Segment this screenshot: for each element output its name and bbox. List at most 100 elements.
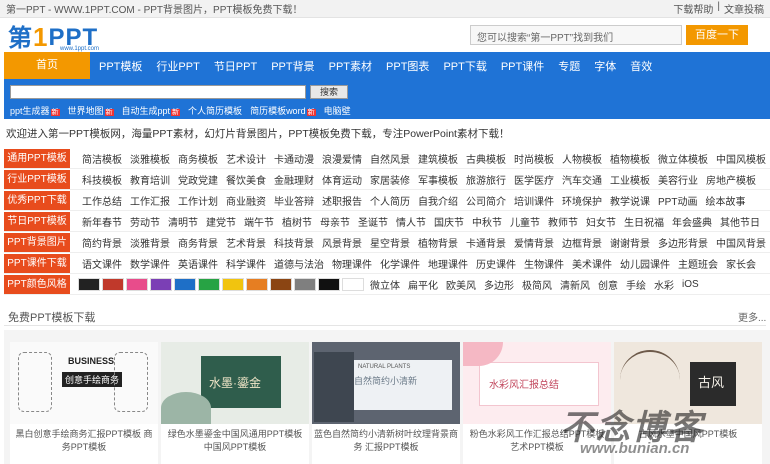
category-tag[interactable]: 家居装修 [366, 172, 414, 187]
category-tag[interactable]: 幼儿园课件 [616, 256, 674, 271]
category-tag[interactable]: 艺术设计 [222, 151, 270, 166]
category-tag[interactable]: 毕业答辩 [270, 193, 318, 208]
category-tag[interactable]: 建党节 [202, 214, 240, 229]
submit-article-link[interactable]: 文章投稿 [724, 1, 764, 16]
template-card[interactable]: NATURAL PLANTS 自然简约小清新 蓝色自然简约小清新树叶纹理背景商务… [312, 342, 460, 464]
category-tag[interactable]: 浪漫爱情 [318, 151, 366, 166]
color-swatch[interactable] [246, 277, 268, 291]
category-tag[interactable]: 清明节 [164, 214, 202, 229]
category-tag[interactable]: 情人节 [392, 214, 430, 229]
category-tag[interactable]: 多边形 [480, 277, 518, 292]
nav-item-ppt-material[interactable]: PPT素材 [324, 58, 377, 74]
nav-item-ppt-chart[interactable]: PPT图表 [381, 58, 434, 74]
category-tag[interactable]: 手绘 [622, 277, 650, 292]
nav-item-sounds[interactable]: 音效 [625, 58, 657, 74]
site-search-input[interactable] [10, 85, 306, 99]
category-tag[interactable]: 植树节 [278, 214, 316, 229]
category-tag[interactable]: 自然风景 [366, 151, 414, 166]
template-card[interactable]: BUSINESS 创意手绘商务 黑白创意手绘商务汇报PPT模板 商务PPT模板 [10, 342, 158, 464]
category-tag[interactable]: 劳动节 [126, 214, 164, 229]
category-tag[interactable]: 家长会 [722, 256, 760, 271]
color-swatch[interactable] [270, 277, 292, 291]
color-swatch[interactable] [174, 277, 196, 291]
category-tag[interactable]: 餐饮美食 [222, 172, 270, 187]
category-tag[interactable]: 地理课件 [424, 256, 472, 271]
category-tag[interactable]: 儿童节 [506, 214, 544, 229]
category-tag[interactable]: 商业融资 [222, 193, 270, 208]
category-tag[interactable]: 房地产模板 [702, 172, 760, 187]
category-tag[interactable]: 极简风 [518, 277, 556, 292]
category-tag[interactable]: 教学说课 [606, 193, 654, 208]
category-tag[interactable]: 道德与法治 [270, 256, 328, 271]
nav-home[interactable]: 首页 [4, 52, 90, 79]
template-thumbnail[interactable]: 水墨·鎏金 [161, 342, 309, 424]
download-help-link[interactable]: 下载帮助 [673, 1, 713, 16]
category-tag[interactable]: 美容行业 [654, 172, 702, 187]
category-label[interactable]: 节日PPT模板 [4, 211, 70, 231]
category-tag[interactable]: 淡雅背景 [126, 235, 174, 250]
category-tag[interactable]: 扁平化 [404, 277, 442, 292]
category-tag[interactable]: 英语课件 [174, 256, 222, 271]
color-swatch[interactable] [126, 277, 148, 291]
category-tag[interactable]: 风景背景 [318, 235, 366, 250]
category-tag[interactable]: 化学课件 [376, 256, 424, 271]
nav-item-ppt-courseware[interactable]: PPT课件 [496, 58, 549, 74]
category-tag[interactable]: 绘本故事 [701, 193, 749, 208]
category-tag[interactable]: 圣诞节 [354, 214, 392, 229]
color-swatch[interactable] [198, 277, 220, 291]
color-swatch[interactable] [78, 277, 100, 291]
category-tag[interactable]: 其他节日 [716, 214, 764, 229]
category-tag[interactable]: PPT动画 [654, 193, 701, 208]
category-tag[interactable]: 汽车交通 [558, 172, 606, 187]
hot-link[interactable]: 自动生成ppt [122, 104, 181, 117]
category-tag[interactable]: 端午节 [240, 214, 278, 229]
template-thumbnail[interactable]: BUSINESS 创意手绘商务 [10, 342, 158, 424]
category-tag[interactable]: 星空背景 [366, 235, 414, 250]
color-swatch[interactable] [102, 277, 124, 291]
category-tag[interactable]: 教师节 [544, 214, 582, 229]
category-tag[interactable]: 国庆节 [430, 214, 468, 229]
baidu-search-button[interactable]: 百度一下 [686, 25, 748, 45]
category-tag[interactable]: iOS [678, 279, 703, 290]
category-tag[interactable]: 中国风模板 [712, 151, 770, 166]
category-tag[interactable]: 述职报告 [318, 193, 366, 208]
hot-link[interactable]: ppt生成器 [10, 104, 60, 117]
category-tag[interactable]: 植物模板 [606, 151, 654, 166]
nav-item-ppt-template[interactable]: PPT模板 [94, 58, 147, 74]
category-tag[interactable]: 多边形背景 [654, 235, 712, 250]
category-tag[interactable]: 工作汇报 [126, 193, 174, 208]
category-tag[interactable]: 物理课件 [328, 256, 376, 271]
category-tag[interactable]: 个人简历 [366, 193, 414, 208]
nav-item-ppt-background[interactable]: PPT背景 [266, 58, 319, 74]
template-caption[interactable]: 黑白创意手绘商务汇报PPT模板 商务PPT模板 [10, 424, 158, 453]
category-tag[interactable]: 生日祝福 [620, 214, 668, 229]
template-caption[interactable]: 绿色水墨鎏金中国风通用PPT模板 中国风PPT模板 [161, 424, 309, 453]
nav-item-topics[interactable]: 专题 [553, 58, 585, 74]
category-tag[interactable]: 时尚模板 [510, 151, 558, 166]
category-tag[interactable]: 微立体模板 [654, 151, 712, 166]
category-tag[interactable]: 微立体 [366, 277, 404, 292]
category-tag[interactable]: 妇女节 [582, 214, 620, 229]
category-tag[interactable]: 数学课件 [126, 256, 174, 271]
category-label[interactable]: PPT课件下载 [4, 253, 70, 273]
category-tag[interactable]: 简约背景 [78, 235, 126, 250]
hot-link[interactable]: 简历模板word [250, 104, 316, 117]
category-tag[interactable]: 艺术背景 [222, 235, 270, 250]
category-tag[interactable]: 商务背景 [174, 235, 222, 250]
template-card[interactable]: 水墨·鎏金 绿色水墨鎏金中国风通用PPT模板 中国风PPT模板 [161, 342, 309, 464]
category-tag[interactable]: 欧美风 [442, 277, 480, 292]
category-tag[interactable]: 语文课件 [78, 256, 126, 271]
category-tag[interactable]: 古典模板 [462, 151, 510, 166]
category-label[interactable]: PPT颜色风格 [4, 274, 70, 294]
category-label[interactable]: 优秀PPT下载 [4, 190, 70, 210]
site-logo[interactable]: 第 1 PPT www.1ppt.com [8, 20, 99, 52]
nav-item-holiday-ppt[interactable]: 节日PPT [209, 58, 262, 74]
category-tag[interactable]: 水彩 [650, 277, 678, 292]
category-tag[interactable]: 体育运动 [318, 172, 366, 187]
color-swatch[interactable] [342, 277, 364, 291]
category-tag[interactable]: 医学医疗 [510, 172, 558, 187]
color-swatch[interactable] [222, 277, 244, 291]
category-tag[interactable]: 建筑模板 [414, 151, 462, 166]
hot-link[interactable]: 世界地图 [68, 104, 114, 117]
category-tag[interactable]: 新年春节 [78, 214, 126, 229]
